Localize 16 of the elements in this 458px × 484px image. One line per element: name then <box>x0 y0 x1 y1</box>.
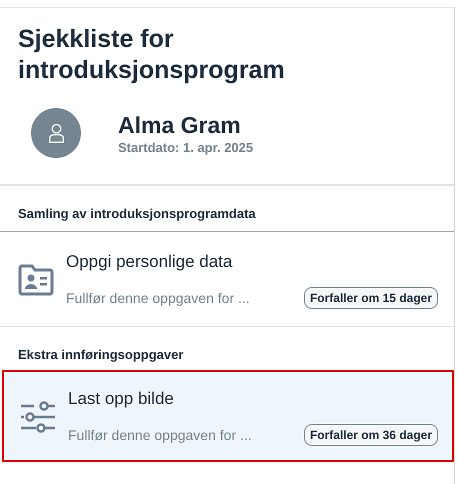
task-item[interactable]: Oppgi personlige data Fullfør denne oppgaven for ... Forfaller om 15 dager <box>0 232 454 327</box>
task-title: Last opp bilde <box>68 388 175 410</box>
section-heading: Ekstra innføringsoppgaver <box>17 346 184 364</box>
page-title: Sjekkliste for introduksjonsprogram <box>18 24 286 86</box>
sliders-icon <box>20 401 56 433</box>
id-card-icon <box>18 264 54 296</box>
due-badge: Forfaller om 36 dager <box>304 424 438 446</box>
due-badge: Forfaller om 15 dager <box>304 287 438 309</box>
section-heading: Samling av introduksjonsprogramdata <box>0 186 454 232</box>
task-description: Fullfør denne oppgaven for ... <box>66 290 250 306</box>
person-icon <box>48 122 64 144</box>
task-title: Oppgi personlige data <box>66 251 234 273</box>
start-date: Startdato: 1. apr. 2025 <box>118 140 254 154</box>
employee-name: Alma Gram <box>118 112 242 138</box>
task-description: Fullfør denne oppgaven for ... <box>68 427 252 443</box>
task-item[interactable]: Last opp bilde Fullfør denne oppgaven for ... Forfaller om 36 dager <box>2 370 454 462</box>
